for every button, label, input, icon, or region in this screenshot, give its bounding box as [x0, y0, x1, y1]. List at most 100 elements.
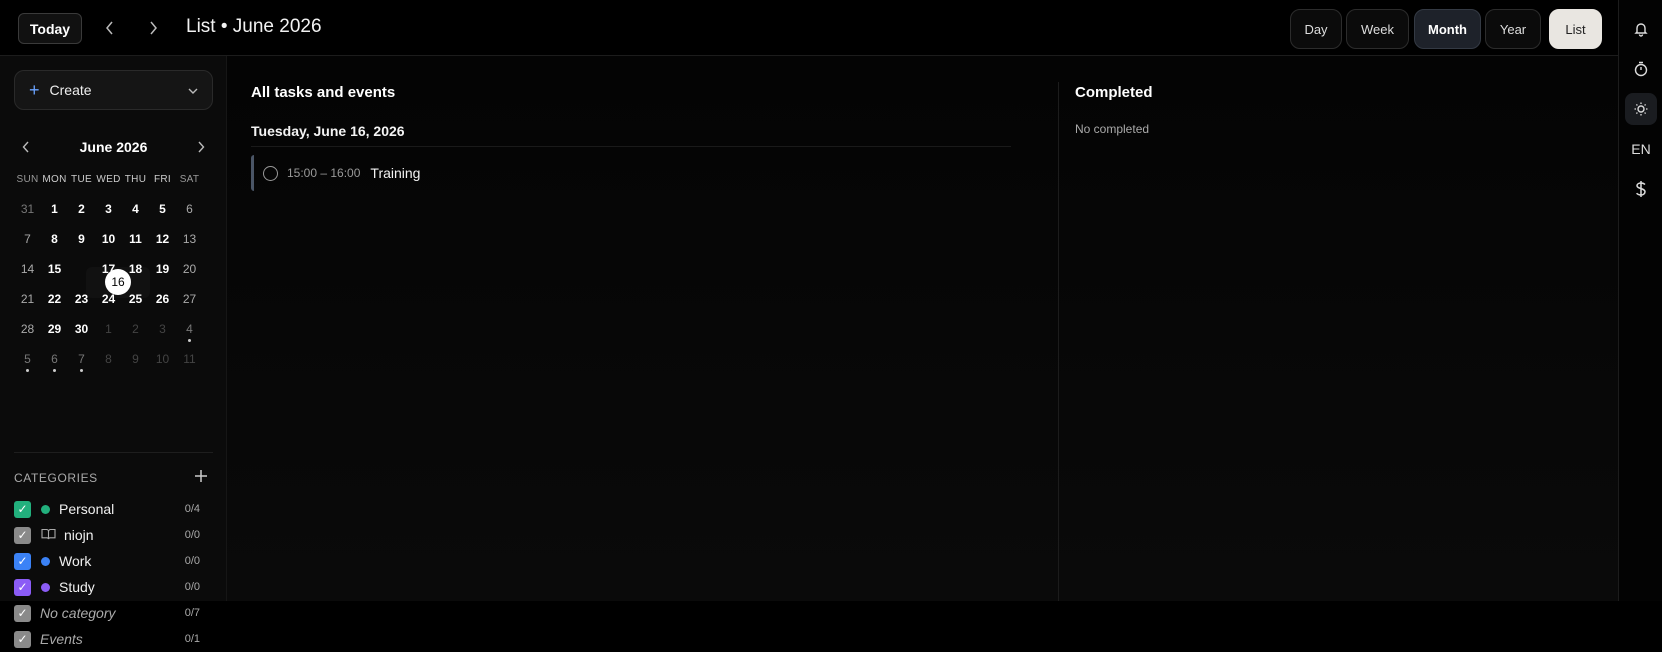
day-number: 3 [105, 202, 112, 216]
category-checkbox[interactable]: ✓ [14, 630, 31, 648]
calendar-day[interactable]: 1 [41, 194, 68, 224]
calendar-day[interactable]: 12 [149, 224, 176, 254]
calendar-day[interactable]: 26 [149, 284, 176, 314]
calendar-day[interactable]: 8 [95, 344, 122, 374]
calendar-day[interactable]: 10 [149, 344, 176, 374]
weekday-label: THU [124, 174, 147, 185]
calendar-day[interactable]: 29 [41, 314, 68, 344]
category-checkbox[interactable]: ✓ [14, 578, 31, 596]
timer-icon [1634, 61, 1648, 77]
calendar-day[interactable]: 1 [95, 314, 122, 344]
calendar-day[interactable]: 7 [68, 344, 95, 374]
calendar-day[interactable]: 23 [68, 284, 95, 314]
mini-calendar-weekdays: SUN MON TUE WED THU FRI SAT [14, 174, 203, 185]
calendar-day[interactable]: 5 [14, 344, 41, 374]
day-number: 1 [105, 322, 112, 336]
notifications-button[interactable] [1625, 13, 1657, 45]
calendar-day[interactable]: 5 [149, 194, 176, 224]
chevron-right-icon [198, 141, 205, 153]
calendar-day[interactable]: 7 [14, 224, 41, 254]
category-count: 0/0 [184, 581, 200, 593]
view-year-button[interactable]: Year [1485, 9, 1541, 49]
view-list-button[interactable]: List [1549, 9, 1602, 49]
category-count: 0/0 [184, 529, 200, 541]
add-category-button[interactable] [194, 467, 208, 488]
calendar-day[interactable]: 9 [122, 344, 149, 374]
day-number: 10 [155, 352, 170, 366]
language-toggle[interactable]: EN [1625, 133, 1657, 165]
calendar-day[interactable]: 3 [149, 314, 176, 344]
main-content: All tasks and events Tuesday, June 16, 2… [227, 56, 1618, 601]
category-name: Events [40, 631, 83, 647]
calendar-day[interactable]: 25 [122, 284, 149, 314]
today-button[interactable]: Today [18, 13, 82, 44]
calendar-day[interactable]: 6 [176, 194, 203, 224]
calendar-day[interactable]: 2 [122, 314, 149, 344]
calendar-day[interactable]: 3 [95, 194, 122, 224]
calendar-day[interactable]: 19 [149, 254, 176, 284]
day-number: 14 [20, 262, 35, 276]
view-month-button[interactable]: Month [1414, 9, 1481, 49]
task-item[interactable]: 15:00 – 16:00 Training [251, 155, 554, 191]
calendar-day[interactable]: 11 [122, 224, 149, 254]
calendar-day[interactable]: 10 [95, 224, 122, 254]
mini-calendar-header: June 2026 [14, 137, 213, 157]
prev-period-button[interactable] [98, 15, 122, 41]
next-period-button[interactable] [141, 15, 165, 41]
category-checkbox[interactable]: ✓ [14, 526, 31, 544]
calendar-day[interactable]: 15 [41, 254, 68, 284]
category-item-work[interactable]: ✓ Work 0/0 [14, 548, 200, 574]
mini-calendar-month: June 2026 [79, 139, 148, 155]
category-item-study[interactable]: ✓ Study 0/0 [14, 574, 200, 600]
day-number: 4 [186, 322, 193, 336]
calendar-day[interactable]: 31 [14, 194, 41, 224]
day-number: 27 [182, 292, 197, 306]
category-name: Personal [59, 501, 115, 517]
event-indicator-dot [80, 369, 83, 372]
calendar-day[interactable]: 17 [95, 254, 122, 284]
calendar-day[interactable]: 4 [122, 194, 149, 224]
color-dot [41, 504, 50, 514]
category-checkbox[interactable]: ✓ [14, 604, 31, 622]
calendar-day[interactable]: 8 [41, 224, 68, 254]
weekday-label: SAT [179, 174, 200, 185]
calendar-day[interactable]: 30 [68, 314, 95, 344]
view-week-button[interactable]: Week [1346, 9, 1409, 49]
category-item-niojn[interactable]: ✓ niojn 0/0 [14, 522, 200, 548]
calendar-day[interactable]: 4 [176, 314, 203, 344]
calendar-day[interactable]: 9 [68, 224, 95, 254]
category-checkbox[interactable]: ✓ [14, 500, 31, 518]
calendar-day[interactable]: 6 [41, 344, 68, 374]
date-heading: Tuesday, June 16, 2026 [251, 123, 405, 139]
calendar-day[interactable]: 28 [14, 314, 41, 344]
mini-calendar-next-button[interactable] [191, 137, 211, 157]
calendar-day[interactable]: 27 [176, 284, 203, 314]
calendar-day[interactable]: 14 [14, 254, 41, 284]
create-button[interactable]: + Create [14, 70, 213, 110]
calendar-day[interactable]: 13 [176, 224, 203, 254]
category-item-no-category[interactable]: ✓ No category 0/7 [14, 600, 200, 626]
timer-button[interactable] [1625, 53, 1657, 85]
view-day-button[interactable]: Day [1290, 9, 1342, 49]
calendar-day[interactable]: 24 [95, 284, 122, 314]
calendar-day[interactable]: 2 [68, 194, 95, 224]
calendar-day[interactable]: 11 [176, 344, 203, 374]
right-rail: EN [1618, 0, 1662, 601]
currency-button[interactable] [1625, 173, 1657, 205]
category-item-personal[interactable]: ✓ Personal 0/4 [14, 496, 200, 522]
day-number: 11 [183, 352, 196, 366]
calendar-day[interactable]: 18 [122, 254, 149, 284]
day-number: 28 [20, 322, 35, 336]
category-checkbox[interactable]: ✓ [14, 552, 31, 570]
category-count: 0/1 [184, 633, 200, 645]
category-name: niojn [64, 527, 94, 543]
complete-task-checkbox[interactable] [263, 165, 278, 181]
calendar-day[interactable]: 22 [41, 284, 68, 314]
top-bar: Today List • June 2026 Day Week Month Ye… [0, 0, 1618, 56]
category-list: ✓ Personal 0/4 ✓ niojn 0/0 ✓ Work 0/0 ✓ … [14, 496, 200, 652]
day-number: 13 [182, 232, 197, 246]
theme-toggle-button[interactable] [1625, 93, 1657, 125]
category-item-events[interactable]: ✓ Events 0/1 [14, 626, 200, 652]
calendar-day[interactable]: 20 [176, 254, 203, 284]
calendar-day[interactable]: 21 [14, 284, 41, 314]
